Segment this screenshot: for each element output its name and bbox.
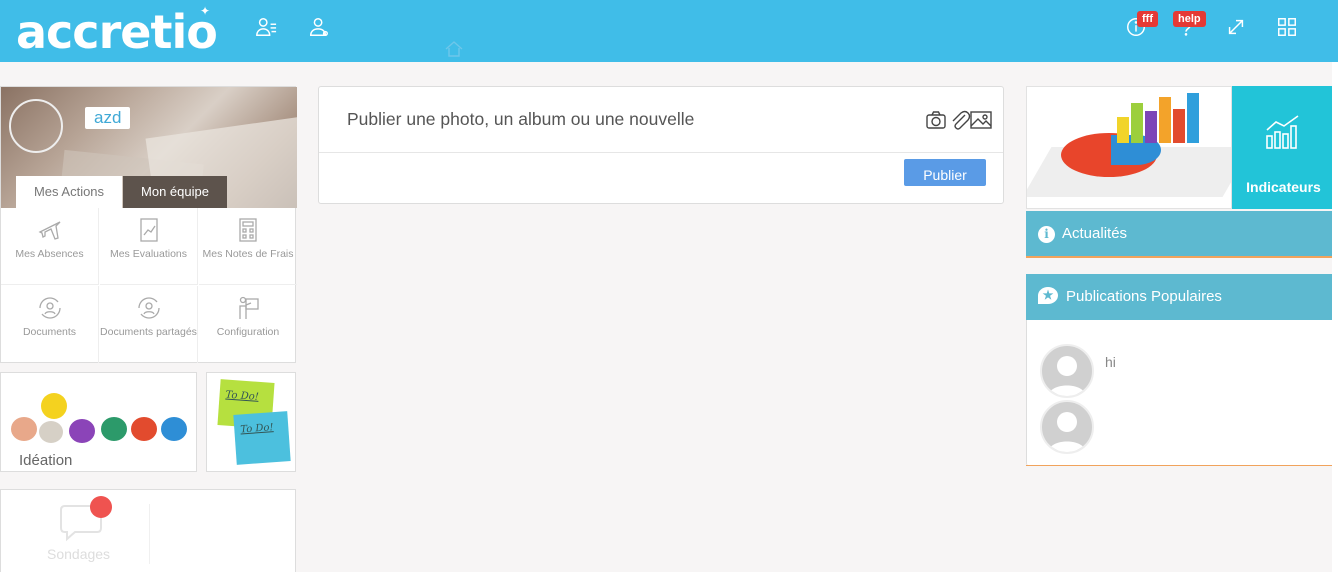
paperclip-icon[interactable] — [949, 109, 971, 131]
scrollbar[interactable] — [1332, 62, 1338, 572]
top-bar: accretio ✦ fff help — [0, 0, 1338, 62]
action-label: Mes Evaluations — [109, 248, 188, 260]
widget-accent-line — [1026, 465, 1335, 466]
action-label: Mes Absences — [15, 248, 84, 260]
publications-populaires-label: Publications Populaires — [1066, 288, 1222, 305]
divider — [149, 504, 150, 564]
action-documents-partages[interactable]: Documents partagés — [100, 286, 198, 363]
actualites-label: Actualités — [1062, 225, 1128, 242]
airplane-icon — [38, 221, 60, 240]
action-mes-evaluations[interactable]: Mes Evaluations — [100, 208, 198, 285]
bar-chart-icon — [1264, 114, 1302, 150]
action-mes-notes-de-frais[interactable]: Mes Notes de Frais — [199, 208, 297, 285]
action-label: Configuration — [216, 326, 280, 338]
avatar[interactable] — [1040, 344, 1094, 398]
action-mes-absences[interactable]: Mes Absences — [1, 208, 99, 285]
lightbulb-icon — [41, 393, 67, 419]
post-input[interactable]: Publier une photo, un album ou une nouve… — [347, 109, 694, 130]
tab-mon-equipe[interactable]: Mon équipe — [123, 176, 227, 208]
ideation-tile[interactable]: Idéation — [0, 372, 197, 472]
username[interactable]: azd — [85, 107, 131, 129]
image-icon[interactable] — [970, 109, 992, 131]
refresh-user-icon — [137, 297, 160, 319]
refresh-user-icon — [38, 297, 61, 319]
info-badge: fff — [1137, 11, 1158, 27]
notification-dot — [90, 496, 112, 518]
logo-star-icon: ✦ — [200, 4, 211, 18]
avatar[interactable] — [1040, 400, 1094, 454]
chat-star-icon: ★ — [1038, 287, 1058, 304]
popular-posts-list: hi — [1026, 320, 1335, 466]
indicateurs-panel[interactable]: Indicateurs — [1232, 86, 1335, 209]
ideation-label: Idéation — [19, 452, 73, 469]
publish-button[interactable]: Publier — [904, 159, 986, 186]
post-composer: Publier une photo, un album ou une nouve… — [318, 86, 1004, 204]
avatar[interactable] — [9, 99, 63, 153]
presentation-icon — [239, 296, 259, 319]
camera-icon[interactable] — [925, 109, 947, 131]
indicateurs-image[interactable] — [1026, 86, 1232, 209]
indicateurs-label: Indicateurs — [1246, 179, 1321, 195]
apps-grid-icon[interactable] — [1274, 14, 1300, 40]
help-badge: help — [1173, 11, 1206, 27]
action-documents[interactable]: Documents — [1, 286, 99, 363]
actualites-header[interactable]: i Actualités — [1026, 211, 1335, 257]
home-icon[interactable] — [444, 40, 464, 58]
tab-mes-actions[interactable]: Mes Actions — [16, 176, 122, 208]
action-label: Mes Notes de Frais — [202, 248, 294, 260]
user-icon[interactable] — [306, 14, 332, 40]
publications-populaires-header[interactable]: ★ Publications Populaires — [1026, 274, 1335, 320]
users-list-icon[interactable] — [253, 14, 279, 40]
info-circle-icon: i — [1038, 226, 1055, 243]
chart-document-icon — [139, 218, 158, 242]
action-label: Documents partagés — [100, 326, 197, 338]
action-label: Documents — [22, 326, 77, 338]
widget-accent-line — [1026, 256, 1335, 258]
todo-tile[interactable]: To Do! To Do! — [206, 372, 296, 472]
composer-divider — [319, 152, 1003, 153]
actions-grid: Mes Absences Mes Evaluations Mes Notes d… — [1, 208, 297, 363]
sondages-label: Sondages — [47, 546, 111, 562]
calculator-icon — [239, 218, 257, 242]
logo[interactable]: accretio — [16, 6, 218, 58]
expand-icon[interactable] — [1223, 14, 1249, 40]
profile-card: azd Mes Actions Mon équipe Mes Absences … — [0, 86, 297, 363]
sondages-tile[interactable]: Sondages — [0, 489, 296, 572]
todo-note: To Do! — [233, 411, 291, 465]
action-configuration[interactable]: Configuration — [199, 286, 297, 363]
popular-post-text[interactable]: hi — [1105, 354, 1116, 370]
